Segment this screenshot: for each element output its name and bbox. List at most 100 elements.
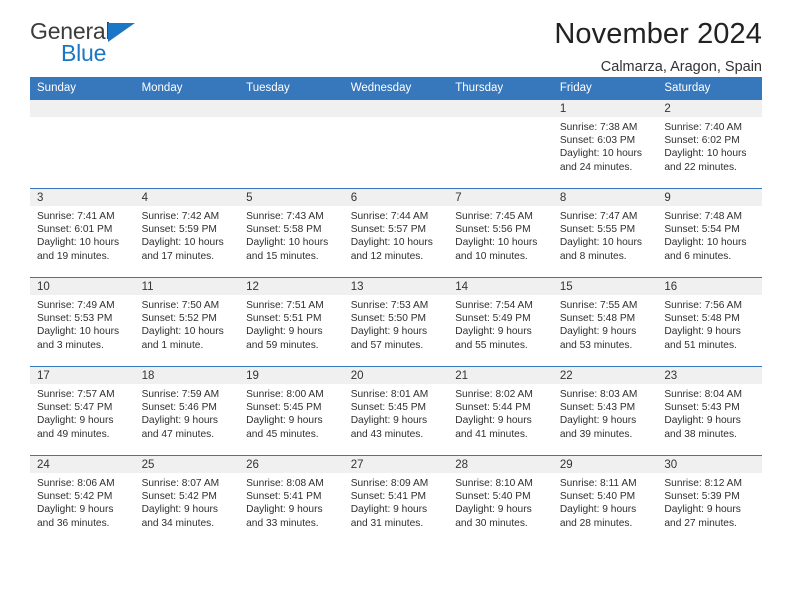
day-details: Sunrise: 7:48 AM Sunset: 5:54 PM Daylight:… bbox=[657, 206, 762, 263]
sunset-text: Sunset: 5:58 PM bbox=[246, 224, 322, 236]
sunset-text: Sunset: 6:02 PM bbox=[664, 135, 740, 147]
daylight-text-line1: Daylight: 10 hours bbox=[37, 237, 120, 249]
sunset-text: Sunset: 5:47 PM bbox=[37, 402, 113, 414]
sunrise-text: Sunrise: 7:54 AM bbox=[455, 300, 533, 311]
calendar-day-cell[interactable]: 16 Sunrise: 7:56 AM Sunset: 5:48 PM Dayligh… bbox=[657, 277, 762, 367]
calendar-day-cell[interactable]: 11 Sunrise: 7:50 AM Sunset: 5:52 PM Dayligh… bbox=[134, 277, 240, 367]
daylight-text-line2: and 33 minutes. bbox=[246, 517, 319, 529]
day-details: Sunrise: 8:10 AM Sunset: 5:40 PM Daylight:… bbox=[448, 473, 553, 530]
calendar-day-cell[interactable]: 5 Sunrise: 7:43 AM Sunset: 5:58 PM Daylight… bbox=[239, 188, 344, 278]
calendar-day-cell[interactable]: 22 Sunrise: 8:03 AM Sunset: 5:43 PM Dayligh… bbox=[552, 366, 658, 456]
calendar-day-cell[interactable]: 1 Sunrise: 7:38 AM Sunset: 6:03 PM Daylight… bbox=[552, 99, 658, 189]
sunrise-text: Sunrise: 7:51 AM bbox=[246, 300, 324, 311]
calendar-cell-empty bbox=[134, 99, 240, 189]
calendar-day-cell[interactable]: 14 Sunrise: 7:54 AM Sunset: 5:49 PM Dayligh… bbox=[448, 277, 553, 367]
calendar-day-cell[interactable]: 29 Sunrise: 8:11 AM Sunset: 5:40 PM Dayligh… bbox=[552, 455, 658, 544]
day-number: 14 bbox=[448, 278, 553, 295]
day-details: Sunrise: 7:47 AM Sunset: 5:55 PM Daylight:… bbox=[553, 206, 658, 263]
daylight-text-line1: Daylight: 9 hours bbox=[664, 415, 741, 427]
daylight-text-line2: and 22 minutes. bbox=[664, 161, 737, 173]
daylight-text-line1: Daylight: 10 hours bbox=[664, 237, 747, 249]
sunrise-text: Sunrise: 8:02 AM bbox=[455, 389, 533, 400]
calendar-day-cell[interactable]: 4 Sunrise: 7:42 AM Sunset: 5:59 PM Daylight… bbox=[134, 188, 240, 278]
day-number bbox=[343, 100, 449, 117]
calendar-page: General Blue November 2024 Calmarza, Ara… bbox=[0, 0, 792, 612]
calendar-day-cell[interactable]: 21 Sunrise: 8:02 AM Sunset: 5:44 PM Dayligh… bbox=[448, 366, 553, 456]
calendar-day-cell[interactable]: 26 Sunrise: 8:08 AM Sunset: 5:41 PM Dayligh… bbox=[239, 455, 344, 544]
daylight-text-line1: Daylight: 9 hours bbox=[664, 504, 741, 516]
daylight-text-line2: and 31 minutes. bbox=[350, 517, 424, 529]
sunrise-text: Sunrise: 7:45 AM bbox=[455, 211, 533, 222]
sunrise-text: Sunrise: 8:07 AM bbox=[141, 478, 220, 489]
day-number: 24 bbox=[30, 456, 135, 473]
sunrise-text: Sunrise: 7:38 AM bbox=[559, 122, 638, 133]
daylight-text-line1: Daylight: 9 hours bbox=[455, 326, 532, 338]
calendar-day-cell[interactable]: 19 Sunrise: 8:00 AM Sunset: 5:45 PM Dayligh… bbox=[239, 366, 344, 456]
day-number: 30 bbox=[657, 456, 762, 473]
calendar-week-row: 3 Sunrise: 7:41 AM Sunset: 6:01 PM Daylight… bbox=[30, 188, 762, 278]
day-details: Sunrise: 8:07 AM Sunset: 5:42 PM Daylight:… bbox=[135, 473, 240, 530]
calendar-day-cell[interactable]: 28 Sunrise: 8:10 AM Sunset: 5:40 PM Dayligh… bbox=[448, 455, 553, 544]
sunrise-text: Sunrise: 7:59 AM bbox=[141, 389, 220, 400]
calendar-day-cell[interactable]: 10 Sunrise: 7:49 AM Sunset: 5:53 PM Dayligh… bbox=[30, 277, 135, 367]
daylight-text-line2: and 47 minutes. bbox=[141, 428, 215, 440]
daylight-text-line2: and 49 minutes. bbox=[37, 428, 110, 440]
calendar-day-cell[interactable]: 25 Sunrise: 8:07 AM Sunset: 5:42 PM Dayligh… bbox=[134, 455, 240, 544]
calendar-day-cell[interactable]: 27 Sunrise: 8:09 AM Sunset: 5:41 PM Dayligh… bbox=[343, 455, 449, 544]
sunrise-text: Sunrise: 8:10 AM bbox=[455, 478, 533, 489]
daylight-text-line1: Daylight: 9 hours bbox=[455, 415, 532, 427]
daylight-text-line2: and 51 minutes. bbox=[664, 339, 737, 351]
day-details: Sunrise: 7:41 AM Sunset: 6:01 PM Daylight:… bbox=[30, 206, 135, 263]
generalblue-logo[interactable]: General Blue bbox=[30, 18, 150, 70]
page-title: November 2024 bbox=[554, 18, 762, 50]
calendar-day-cell[interactable]: 18 Sunrise: 7:59 AM Sunset: 5:46 PM Dayligh… bbox=[134, 366, 240, 456]
day-number: 15 bbox=[552, 278, 658, 295]
day-number: 26 bbox=[239, 456, 344, 473]
calendar-day-cell[interactable]: 2 Sunrise: 7:40 AM Sunset: 6:02 PM Daylight… bbox=[657, 99, 762, 189]
sunset-text: Sunset: 5:46 PM bbox=[141, 402, 217, 414]
calendar-day-cell[interactable]: 12 Sunrise: 7:51 AM Sunset: 5:51 PM Dayligh… bbox=[239, 277, 344, 367]
sunset-text: Sunset: 5:53 PM bbox=[37, 313, 113, 325]
day-number: 3 bbox=[30, 189, 135, 206]
calendar-day-cell[interactable]: 8 Sunrise: 7:47 AM Sunset: 5:55 PM Daylight… bbox=[552, 188, 658, 278]
calendar-day-cell[interactable]: 30 Sunrise: 8:12 AM Sunset: 5:39 PM Dayligh… bbox=[657, 455, 762, 544]
weekday-header-tuesday: Tuesday bbox=[239, 77, 344, 100]
day-details: Sunrise: 7:43 AM Sunset: 5:58 PM Daylight:… bbox=[239, 206, 344, 263]
daylight-text-line2: and 24 minutes. bbox=[559, 161, 633, 173]
calendar-day-cell[interactable]: 15 Sunrise: 7:55 AM Sunset: 5:48 PM Dayligh… bbox=[552, 277, 658, 367]
daylight-text-line2: and 43 minutes. bbox=[350, 428, 424, 440]
weekday-header-wednesday: Wednesday bbox=[343, 77, 449, 100]
day-number bbox=[134, 100, 240, 117]
day-number: 4 bbox=[134, 189, 240, 206]
daylight-text-line2: and 17 minutes. bbox=[141, 250, 215, 262]
day-details: Sunrise: 8:02 AM Sunset: 5:44 PM Daylight:… bbox=[448, 384, 553, 441]
calendar-day-cell[interactable]: 7 Sunrise: 7:45 AM Sunset: 5:56 PM Daylight… bbox=[448, 188, 553, 278]
calendar-day-cell[interactable]: 13 Sunrise: 7:53 AM Sunset: 5:50 PM Dayligh… bbox=[343, 277, 449, 367]
calendar-day-cell[interactable]: 3 Sunrise: 7:41 AM Sunset: 6:01 PM Daylight… bbox=[30, 188, 135, 278]
daylight-text-line2: and 41 minutes. bbox=[455, 428, 528, 440]
day-number bbox=[239, 100, 344, 117]
sunset-text: Sunset: 5:45 PM bbox=[246, 402, 322, 414]
day-details: Sunrise: 7:50 AM Sunset: 5:52 PM Daylight:… bbox=[135, 295, 240, 352]
calendar-day-cell[interactable]: 20 Sunrise: 8:01 AM Sunset: 5:45 PM Dayligh… bbox=[343, 366, 449, 456]
sunset-text: Sunset: 5:49 PM bbox=[455, 313, 531, 325]
calendar-day-cell[interactable]: 17 Sunrise: 7:57 AM Sunset: 5:47 PM Dayligh… bbox=[30, 366, 135, 456]
sunrise-text: Sunrise: 8:04 AM bbox=[664, 389, 742, 400]
day-details: Sunrise: 8:08 AM Sunset: 5:41 PM Daylight:… bbox=[239, 473, 344, 530]
daylight-text-line1: Daylight: 9 hours bbox=[246, 326, 323, 338]
calendar-day-cell[interactable]: 24 Sunrise: 8:06 AM Sunset: 5:42 PM Dayligh… bbox=[30, 455, 135, 544]
daylight-text-line1: Daylight: 9 hours bbox=[37, 415, 114, 427]
calendar-day-cell[interactable]: 23 Sunrise: 8:04 AM Sunset: 5:43 PM Dayligh… bbox=[657, 366, 762, 456]
day-details: Sunrise: 8:09 AM Sunset: 5:41 PM Daylight:… bbox=[344, 473, 449, 530]
calendar-day-cell[interactable]: 6 Sunrise: 7:44 AM Sunset: 5:57 PM Daylight… bbox=[343, 188, 449, 278]
sunrise-text: Sunrise: 7:53 AM bbox=[350, 300, 429, 311]
day-number: 8 bbox=[552, 189, 658, 206]
daylight-text-line1: Daylight: 9 hours bbox=[141, 504, 219, 516]
sunset-text: Sunset: 5:41 PM bbox=[246, 491, 322, 503]
calendar-day-cell[interactable]: 9 Sunrise: 7:48 AM Sunset: 5:54 PM Daylight… bbox=[657, 188, 762, 278]
sunset-text: Sunset: 5:42 PM bbox=[37, 491, 113, 503]
day-number: 28 bbox=[448, 456, 553, 473]
daylight-text-line1: Daylight: 9 hours bbox=[246, 415, 323, 427]
day-details: Sunrise: 7:53 AM Sunset: 5:50 PM Daylight:… bbox=[344, 295, 449, 352]
sunrise-text: Sunrise: 8:00 AM bbox=[246, 389, 324, 400]
